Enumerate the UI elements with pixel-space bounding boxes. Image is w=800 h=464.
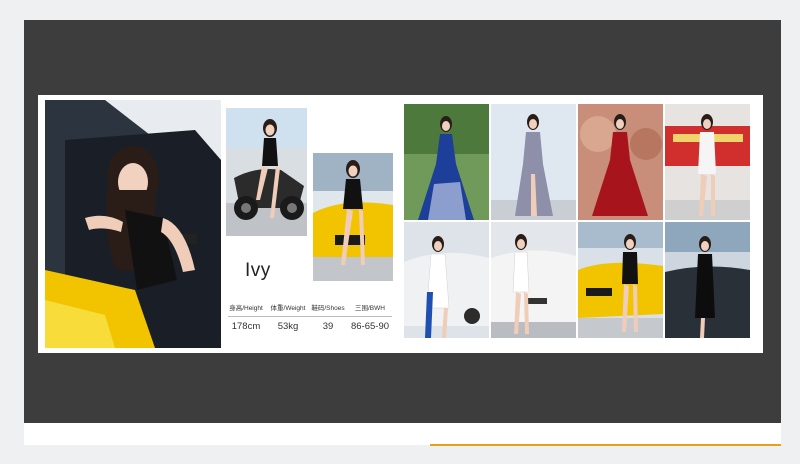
photo-grey-gown [491, 104, 576, 220]
model-name: Ivy [245, 260, 271, 281]
stat-value-weight: 53kg [277, 321, 299, 332]
photo-white-dress-red-backdrop [665, 104, 750, 220]
photo-blue-gown [404, 104, 489, 220]
stat-header-shoes: 鞋码/Shoes [311, 305, 345, 312]
photo-red-gown [578, 104, 663, 220]
next-slide-accent-line [430, 444, 781, 446]
photo-woman-in-car [45, 100, 221, 348]
stat-header-weight: 体重/Weight [270, 305, 306, 312]
stats-value-row: 178cm 53kg 39 86-65-90 [226, 321, 394, 332]
stat-value-height: 178cm [231, 321, 261, 332]
photo-black-dress-yellow-car [578, 222, 663, 338]
stat-header-bwh: 三围/BWH [355, 305, 385, 312]
stat-value-bwh: 86-65-90 [350, 321, 390, 332]
photo-black-dress-dark-car [665, 222, 750, 338]
stat-header-height: 身高/Height [229, 305, 263, 312]
stats-header-row: 身高/Height 体重/Weight 鞋码/Shoes 三围/BWH [226, 302, 394, 312]
next-slide-strip [24, 423, 781, 445]
stats-divider [228, 316, 392, 317]
photo-woman-by-yellow-car [313, 153, 393, 281]
model-profile-card: Ivy 身高/Height 体重/Weight 鞋码/Shoes 三围/BWH … [38, 95, 763, 353]
photo-white-dress-ev [491, 222, 576, 338]
photo-white-dress-silver-car [404, 222, 489, 338]
stat-value-shoes: 39 [322, 321, 334, 332]
photo-woman-on-motorcycle [226, 108, 307, 236]
